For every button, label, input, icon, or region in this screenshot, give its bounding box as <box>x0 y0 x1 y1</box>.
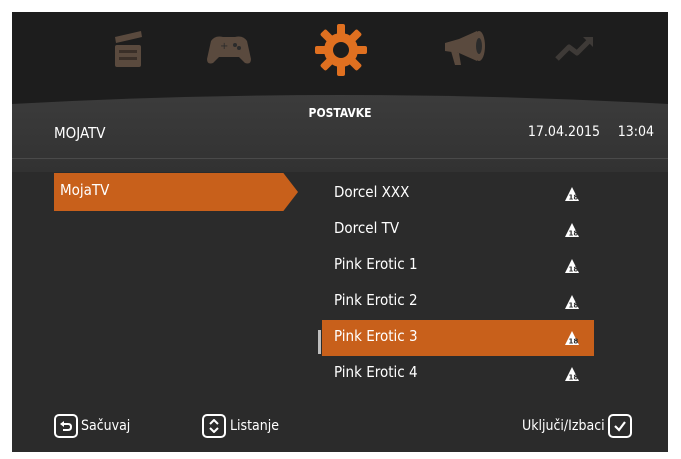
up-down-key-icon <box>202 414 226 438</box>
parental-lock-icon: 18 <box>565 331 579 346</box>
left-menu-item-label: MojaTV <box>60 181 110 199</box>
header-divider <box>12 158 668 159</box>
channel-name: Pink Erotic 3 <box>334 327 418 345</box>
ok-key-icon <box>607 414 632 438</box>
svg-text:18: 18 <box>569 374 579 382</box>
page-title: MOJATV <box>54 124 106 142</box>
parental-lock-icon: 18 <box>565 223 579 238</box>
active-menu-label: POSTAVKE <box>308 106 372 120</box>
channel-name: Pink Erotic 4 <box>334 363 418 381</box>
svg-text:18: 18 <box>569 338 579 346</box>
channel-name: Dorcel TV <box>334 219 400 237</box>
channel-name: Pink Erotic 1 <box>334 255 418 273</box>
channel-row[interactable]: Dorcel XXX 18 <box>322 176 594 212</box>
parental-lock-icon: 18 <box>565 295 579 310</box>
footer-bar: Sačuvaj Listanje Uključi/Izbaci <box>12 408 668 444</box>
scroll-button[interactable]: Listanje <box>202 414 279 438</box>
channel-row[interactable]: Pink Erotic 1 18 <box>322 248 594 284</box>
channel-row[interactable]: Pink Erotic 2 18 <box>322 284 594 320</box>
date-display: 17.04.2015 <box>527 124 600 140</box>
svg-text:18: 18 <box>569 266 579 274</box>
gear-icon[interactable] <box>315 20 367 80</box>
svg-text:18: 18 <box>569 302 579 310</box>
megaphone-icon[interactable] <box>440 24 490 74</box>
parental-lock-icon: 18 <box>565 259 579 274</box>
channel-name: Pink Erotic 2 <box>334 291 418 309</box>
toggle-label: Uključi/Izbaci <box>522 418 605 434</box>
parental-lock-icon: 18 <box>565 367 579 382</box>
scrollbar[interactable] <box>318 330 321 354</box>
tv-settings-screen: + POSTAVKE MOJATV 17.04.2015 13:04 MojaT… <box>12 12 668 452</box>
channel-name: Dorcel XXX <box>334 183 410 201</box>
trend-icon[interactable] <box>550 24 600 74</box>
svg-text:18: 18 <box>569 194 579 202</box>
toggle-button[interactable]: Uključi/Izbaci <box>522 414 632 438</box>
back-key-icon <box>54 414 78 438</box>
save-button[interactable]: Sačuvaj <box>54 414 130 438</box>
svg-text:+: + <box>220 41 228 52</box>
channel-row[interactable]: Dorcel TV 18 <box>322 212 594 248</box>
channel-row[interactable]: Pink Erotic 4 18 <box>322 356 594 392</box>
time-display: 13:04 <box>617 124 654 140</box>
parental-lock-icon: 18 <box>565 187 579 202</box>
left-menu-item-mojatv[interactable]: MojaTV <box>54 173 298 211</box>
svg-text:18: 18 <box>569 230 579 238</box>
scroll-label: Listanje <box>230 418 279 434</box>
save-label: Sačuvaj <box>81 418 131 434</box>
channel-row-selected[interactable]: Pink Erotic 3 18 <box>322 320 594 356</box>
clapperboard-icon[interactable] <box>104 24 154 74</box>
gamepad-icon[interactable]: + <box>204 24 254 74</box>
